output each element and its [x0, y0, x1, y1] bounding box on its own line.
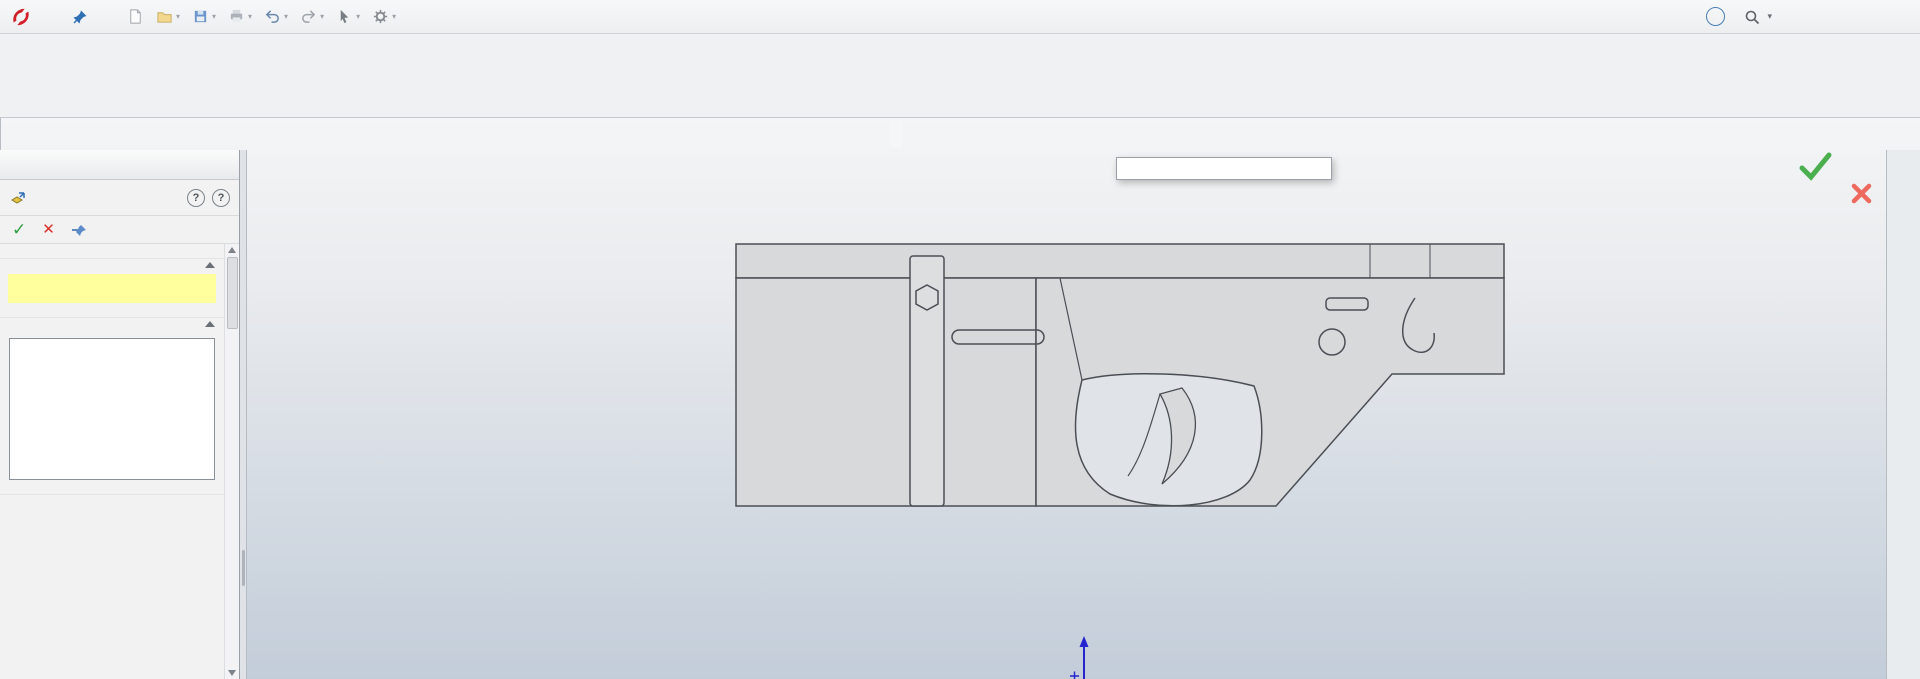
model-left-box: [735, 277, 1037, 507]
model-top-rail: [735, 243, 1505, 279]
ds-logo-icon: [13, 8, 29, 25]
splitter-grip[interactable]: [242, 550, 245, 586]
pm-help-icon[interactable]: ?: [212, 188, 230, 207]
solidworks-logo: [0, 6, 48, 28]
info-message-box: [8, 274, 216, 303]
chevron-up-icon: [205, 321, 215, 327]
task-pane: [1886, 150, 1920, 679]
keep-visible-pin-icon[interactable]: [71, 222, 89, 238]
scrollbar-thumb[interactable]: [226, 257, 238, 329]
model-clip: [909, 255, 945, 507]
undo-icon[interactable]: [261, 6, 291, 27]
commandmanager-tabs: [0, 118, 1, 150]
propertymanager-actions: ✓ ✕: [0, 216, 239, 244]
configurations-group-header[interactable]: [0, 494, 224, 501]
open-icon[interactable]: [153, 6, 183, 27]
heads-up-view-toolbar: [890, 121, 902, 148]
new-document-icon[interactable]: [124, 6, 147, 27]
info-group-header[interactable]: [0, 258, 224, 271]
confirm-ok-check[interactable]: [1798, 150, 1834, 182]
insert-component-icon: [11, 191, 25, 204]
select-icon[interactable]: [333, 6, 363, 27]
panel-splitter[interactable]: [240, 150, 247, 679]
insert-group-header[interactable]: [0, 317, 224, 330]
scroll-down-icon[interactable]: [228, 670, 236, 676]
quick-access-toolbar: [124, 6, 399, 27]
search-icon[interactable]: [1744, 9, 1760, 25]
pm-scrollbar[interactable]: [224, 244, 239, 679]
open-documents-listbox[interactable]: [9, 338, 215, 480]
help-circle-icon[interactable]: [1706, 7, 1726, 26]
origin-triad[interactable]: [1062, 632, 1108, 679]
pin-menu-icon[interactable]: [72, 9, 88, 25]
quick-tips-icon[interactable]: ?: [187, 188, 205, 207]
manager-pane-tabs: [0, 150, 239, 180]
chevron-up-icon: [205, 262, 215, 268]
face-visibility-tooltip: [1116, 157, 1332, 180]
scroll-up-icon[interactable]: [228, 247, 236, 253]
print-icon[interactable]: [225, 6, 255, 27]
redo-icon[interactable]: [297, 6, 327, 27]
search-box[interactable]: ▾: [1737, 9, 1772, 25]
search-scope-caret-icon[interactable]: ▾: [1767, 11, 1772, 22]
titlebar-right: ▾: [1706, 5, 1920, 29]
window-minimize-button[interactable]: [1802, 5, 1830, 29]
graphics-viewport[interactable]: [0, 118, 1920, 679]
propertymanager-content: [0, 244, 239, 679]
ribbon-toolbar: [0, 34, 1920, 118]
save-icon[interactable]: [189, 6, 219, 27]
options-gear-icon[interactable]: [369, 6, 399, 27]
propertymanager-header: ? ?: [0, 180, 239, 216]
propertymanager-panel: ? ? ✓ ✕: [0, 150, 240, 679]
cancel-button[interactable]: ✕: [42, 222, 55, 237]
window-maximize-button[interactable]: [1842, 5, 1870, 29]
window-close-button[interactable]: [1882, 5, 1910, 29]
ok-button[interactable]: ✓: [12, 221, 26, 238]
titlebar: ▾: [0, 0, 1920, 34]
assembly-model-gun-frame[interactable]: [730, 238, 1520, 528]
confirm-cancel-x[interactable]: [1850, 182, 1874, 206]
solidworks-app: ▾ ? ? ✓ ✕: [0, 0, 1920, 679]
